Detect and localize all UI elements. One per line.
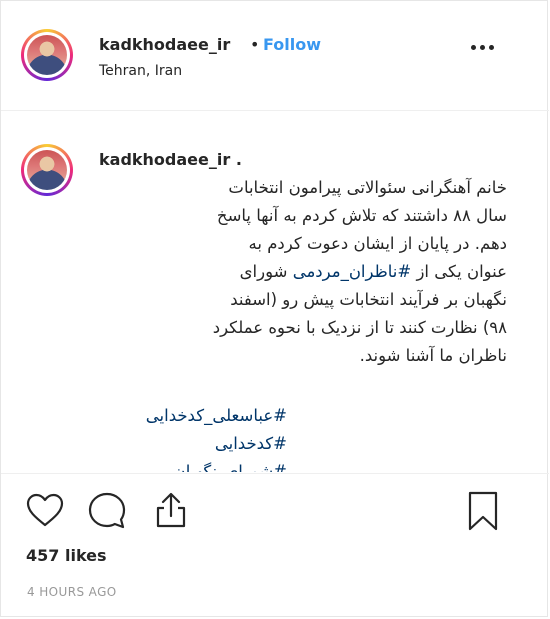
caption-line: سال ۸۸ داشتند که تلاش کردم به آنها پاسخ <box>216 206 507 225</box>
caption-line: ۹۸) نظارت کنند تا از نزدیک با نحوه عملکر… <box>212 318 507 337</box>
comment-icon[interactable] <box>85 489 129 537</box>
likes-count[interactable]: 457 likes <box>26 546 107 565</box>
more-options-icon[interactable] <box>471 37 497 57</box>
hashtag-link[interactable]: #عباسعلی_کدخدایی <box>97 402 287 430</box>
caption-line: نگهبان بر فرآیند انتخابات پیش رو (اسفند <box>230 290 507 309</box>
hashtag-list: #عباسعلی_کدخدایی #کدخدایی #شورای_نگهبان <box>97 402 287 472</box>
caption-area: kadkhodaee_ir . خانم آهنگرانی سئوالاتی پ… <box>1 112 549 472</box>
caption-line: دهم. در پایان از ایشان دعوت کردم به <box>248 234 507 253</box>
follow-button[interactable]: Follow <box>263 35 321 54</box>
caption-username[interactable]: kadkhodaee_ir . <box>99 150 242 169</box>
share-icon[interactable] <box>149 489 193 537</box>
username-link[interactable]: kadkhodaee_ir <box>99 35 230 54</box>
caption-text: خانم آهنگرانی سئوالاتی پیرامون انتخابات … <box>97 174 507 370</box>
separator-dot: • <box>250 35 260 54</box>
caption-line: عنوان یکی از #ناظران_مردمی شورای <box>239 262 507 281</box>
hashtag-link[interactable]: #شورای_نگهبان <box>97 458 287 472</box>
heart-icon[interactable] <box>25 491 65 535</box>
post-header: kadkhodaee_ir • Follow Tehran, Iran <box>1 1 549 111</box>
hashtag-link[interactable]: #ناظران_مردمی <box>293 262 412 281</box>
caption-avatar[interactable] <box>21 144 73 196</box>
profile-avatar[interactable] <box>21 29 73 81</box>
location-link[interactable]: Tehran, Iran <box>99 63 182 79</box>
bookmark-icon[interactable] <box>463 489 503 537</box>
post-timestamp[interactable]: 4 HOURS AGO <box>27 585 117 599</box>
section-divider <box>1 473 549 474</box>
post-card: kadkhodaee_ir • Follow Tehran, Iran kadk… <box>0 0 549 617</box>
caption-line: خانم آهنگرانی سئوالاتی پیرامون انتخابات <box>228 178 507 197</box>
caption-line: ناظران ما آشنا شوند. <box>359 346 507 365</box>
hashtag-link[interactable]: #کدخدایی <box>97 430 287 458</box>
